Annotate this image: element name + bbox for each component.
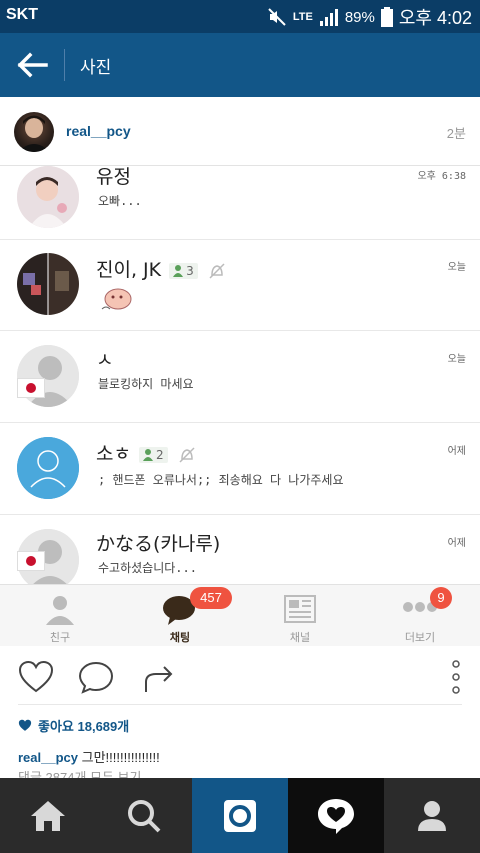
tab-label: 채팅: [169, 631, 191, 644]
chat-row[interactable]: 유정 오빠... 오후 6:38: [0, 166, 480, 240]
chat-message: ; 핸드폰 오류나서;; 죄송해요 다 나가주세요: [98, 473, 344, 487]
search-icon: [128, 799, 161, 832]
chat-time: 오늘: [447, 354, 466, 365]
chat-avatar: [17, 253, 79, 315]
nav-activity[interactable]: [288, 778, 384, 853]
chat-row[interactable]: かなる(카나루) 수고하셨습니다... 어제: [0, 515, 480, 584]
lte-label: LTE: [292, 11, 313, 23]
chat-avatar: [17, 166, 79, 228]
clock: 오후 4:02: [398, 8, 472, 28]
post-actions: [0, 646, 480, 706]
caption-text: 그만!!!!!!!!!!!!!!!: [78, 750, 160, 765]
signal-icon: [319, 9, 338, 26]
chat-row[interactable]: 소ㅎ 2 ; 핸드폰 오류나서;; 죄송해요 다 나가주세요 어제: [0, 423, 480, 515]
chat-time: 어제: [447, 446, 466, 457]
member-count-value: 2: [155, 447, 164, 462]
app-bar-divider: [64, 49, 65, 81]
app-bar: 사진: [0, 33, 480, 97]
chat-row[interactable]: 진이, JK 3 오늘: [0, 239, 480, 331]
emoticon-sticker: [101, 288, 132, 310]
notification-off-icon: [179, 446, 195, 463]
user-avatar[interactable]: [14, 112, 54, 152]
caption-username[interactable]: real__pcy: [18, 750, 78, 765]
post-header: real__pcy 2분: [0, 97, 480, 166]
chat-name: 유정: [96, 166, 131, 188]
member-count: 3: [169, 262, 198, 279]
person-icon: [46, 596, 74, 625]
japan-flag-icon: [17, 551, 45, 571]
actions-divider: [18, 704, 462, 705]
chat-app-tab-bar: 친구 457 채팅 채널 9 더보기: [0, 584, 480, 646]
nav-search[interactable]: [96, 778, 192, 853]
carrier-label: SKT: [6, 6, 38, 23]
tab-label: 친구: [49, 631, 71, 644]
chat-name: かなる(카나루): [96, 533, 221, 555]
member-count: 2: [138, 446, 168, 463]
post-username[interactable]: real__pcy: [66, 123, 131, 139]
chat-time: 오늘: [447, 262, 466, 273]
person-icon: [173, 264, 184, 277]
heart-filled-icon: [18, 719, 32, 731]
nav-home[interactable]: [0, 778, 96, 853]
options-vertical-dots-icon[interactable]: [438, 660, 474, 694]
chat-name-group: 소ㅎ 2: [96, 439, 196, 466]
status-icons: LTE 89% 오후 4:02: [267, 4, 472, 30]
chat-time: 어제: [447, 538, 466, 549]
home-icon: [31, 800, 65, 831]
tab-channel[interactable]: 채널: [240, 585, 360, 646]
chat-name: ㅅ: [96, 349, 114, 371]
profile-icon: [418, 800, 446, 831]
member-count-value: 3: [186, 263, 194, 278]
chat-badge: 457: [190, 587, 232, 609]
nav-camera[interactable]: [192, 778, 288, 853]
activity-heart-bubble-icon: [318, 798, 354, 834]
chat-avatar: [17, 437, 79, 499]
chat-name: 진이, JK: [96, 259, 162, 281]
chat-row[interactable]: ㅅ 블로킹하지 마세요 오늘: [0, 331, 480, 423]
tab-label: 더보기: [404, 631, 436, 644]
likes-count: 좋아요 18,689개: [38, 719, 130, 734]
chat-name-group: 진이, JK 3: [96, 255, 226, 282]
tab-more[interactable]: 9 더보기: [360, 585, 480, 646]
chat-name: 소ㅎ: [96, 443, 131, 465]
likes-row[interactable]: 좋아요 18,689개: [18, 716, 129, 735]
heart-icon[interactable]: [18, 660, 54, 694]
chat-message: 오빠...: [98, 194, 142, 208]
back-arrow-icon[interactable]: [16, 51, 48, 79]
post-caption: real__pcy 그만!!!!!!!!!!!!!!!: [18, 747, 160, 766]
status-bar: SKT LTE 89% 오후 4:02: [0, 0, 480, 33]
comment-icon[interactable]: [78, 660, 114, 694]
more-badge: 9: [430, 587, 452, 609]
tab-friends[interactable]: 친구: [0, 585, 120, 646]
bottom-nav: [0, 778, 480, 853]
newspaper-icon: [284, 595, 316, 623]
battery-percent: 89%: [344, 8, 375, 26]
notification-off-icon: [209, 262, 225, 279]
post-photo[interactable]: 유정 오빠... 오후 6:38 진이, JK 3 오늘 ㅅ 블로킹하지 마세요…: [0, 166, 480, 646]
share-icon[interactable]: [140, 660, 176, 694]
tab-label: 채널: [289, 631, 311, 644]
page-title: 사진: [80, 58, 112, 77]
post-age: 2분: [446, 126, 466, 141]
chat-message: 블로킹하지 마세요: [98, 377, 194, 391]
nav-profile[interactable]: [384, 778, 480, 853]
japan-flag-icon: [17, 378, 45, 398]
person-icon: [142, 448, 153, 461]
chat-time: 오후 6:38: [417, 171, 466, 182]
mute-icon: [268, 8, 286, 26]
battery-icon: [380, 7, 393, 27]
camera-icon: [224, 799, 256, 832]
tab-chats[interactable]: 457 채팅: [120, 585, 240, 646]
chat-message: 수고하셨습니다...: [98, 561, 197, 575]
chat-list: 유정 오빠... 오후 6:38 진이, JK 3 오늘 ㅅ 블로킹하지 마세요…: [0, 166, 480, 584]
